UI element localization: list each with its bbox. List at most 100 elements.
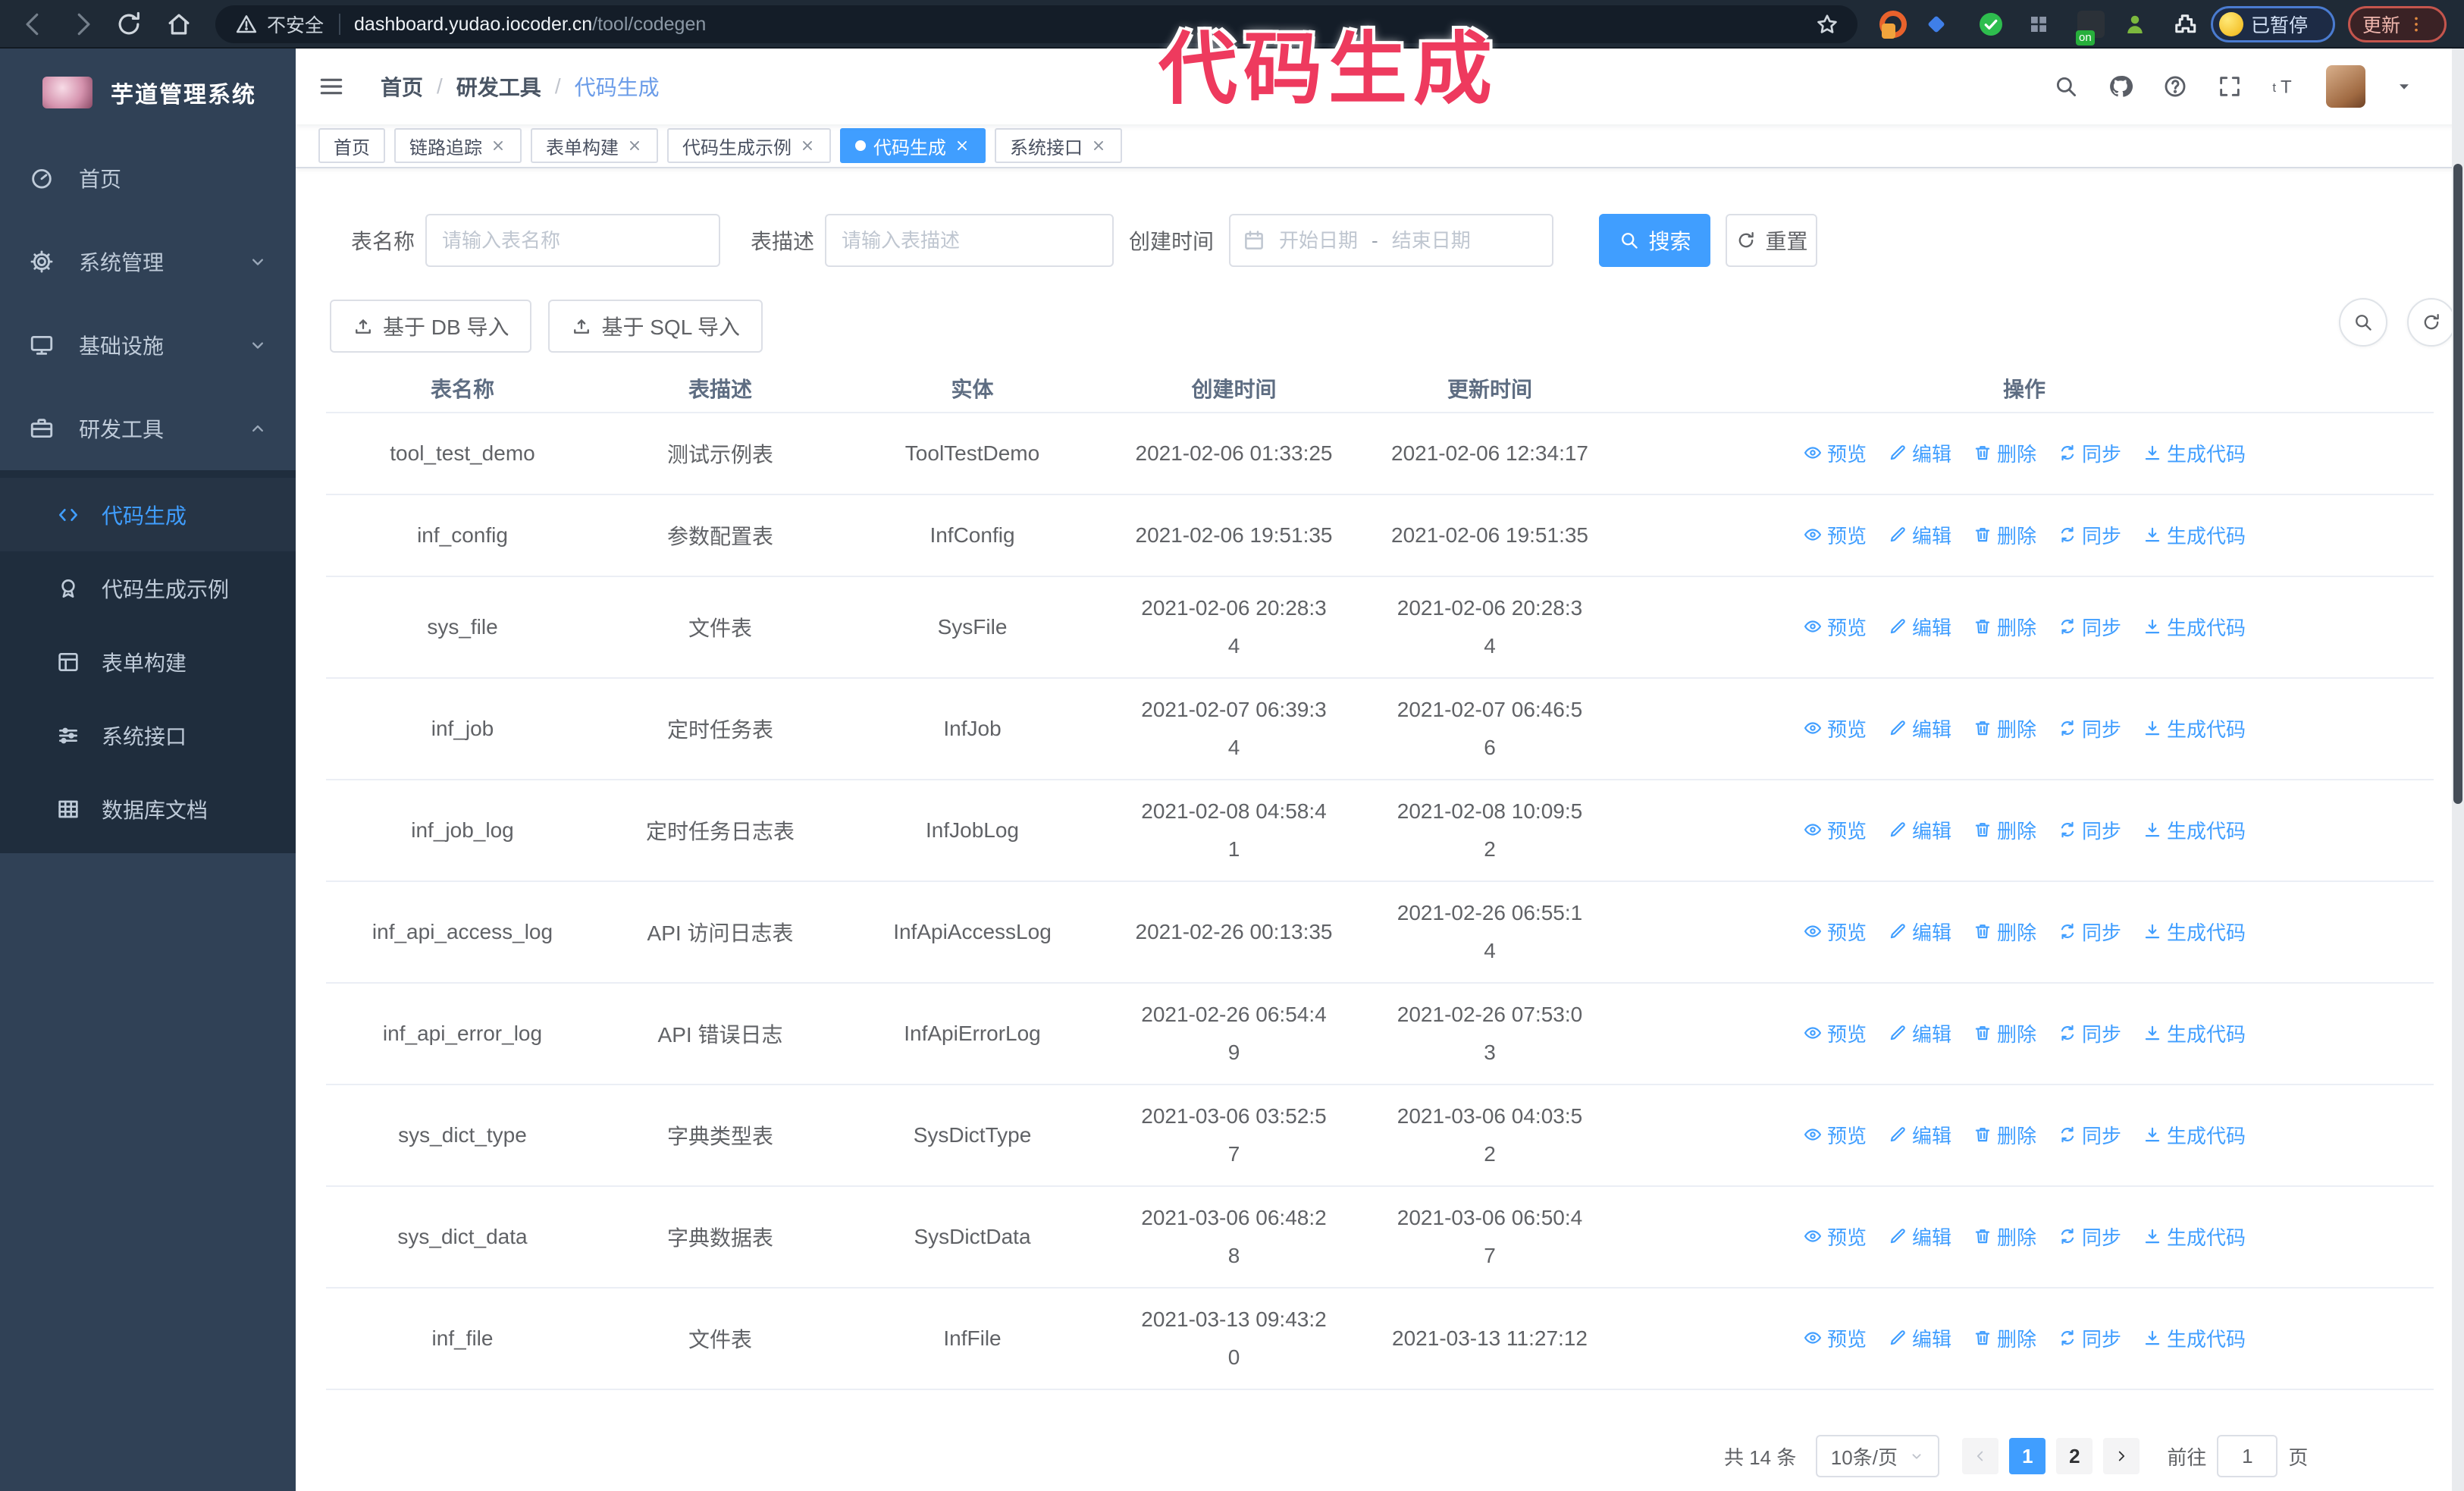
search-icon[interactable] (2053, 74, 2079, 99)
action-delete-link[interactable]: 删除 (1973, 1121, 2036, 1149)
kebab-menu-icon[interactable] (2406, 14, 2426, 34)
reset-button[interactable]: 重置 (1726, 214, 1818, 267)
toggle-search-button[interactable] (2339, 298, 2387, 347)
action-sync-link[interactable]: 同步 (2058, 714, 2121, 742)
sidebar-item-system-api[interactable]: 系统接口 (0, 698, 296, 772)
action-edit-link[interactable]: 编辑 (1888, 918, 1951, 946)
tab-system-api[interactable]: 系统接口 (995, 128, 1122, 163)
breadcrumb-item[interactable]: 首页 (381, 71, 423, 102)
action-sync-link[interactable]: 同步 (2058, 439, 2121, 467)
action-eye-link[interactable]: 预览 (1803, 521, 1867, 549)
action-delete-link[interactable]: 删除 (1973, 1324, 2036, 1352)
breadcrumb-item[interactable]: 研发工具 (456, 71, 541, 102)
tab-form-builder[interactable]: 表单构建 (531, 128, 658, 163)
hamburger-icon[interactable] (317, 72, 346, 101)
action-sync-link[interactable]: 同步 (2058, 1019, 2121, 1047)
action-sync-link[interactable]: 同步 (2058, 918, 2121, 946)
extension-grid-icon[interactable] (2025, 11, 2052, 38)
browser-reload-icon[interactable] (114, 10, 143, 39)
sidebar-item-system[interactable]: 系统管理 (0, 220, 296, 303)
action-edit-link[interactable]: 编辑 (1888, 1324, 1951, 1352)
page-scrollbar[interactable] (2452, 49, 2464, 1491)
extension-on-icon[interactable]: on (2076, 11, 2105, 46)
action-download-link[interactable]: 生成代码 (2143, 439, 2246, 467)
action-edit-link[interactable]: 编辑 (1888, 521, 1951, 549)
bookmark-star-icon[interactable] (1815, 12, 1839, 36)
sidebar-item-codegen-example[interactable]: 代码生成示例 (0, 551, 296, 625)
action-download-link[interactable]: 生成代码 (2143, 521, 2246, 549)
close-icon[interactable] (490, 137, 506, 154)
import-db-button[interactable]: 基于 DB 导入 (330, 300, 532, 353)
action-sync-link[interactable]: 同步 (2058, 613, 2121, 641)
close-icon[interactable] (1090, 137, 1107, 154)
browser-home-icon[interactable] (165, 10, 193, 39)
action-delete-link[interactable]: 删除 (1973, 1019, 2036, 1047)
table-name-input[interactable] (425, 214, 721, 267)
action-delete-link[interactable]: 删除 (1973, 521, 2036, 549)
action-eye-link[interactable]: 预览 (1803, 1223, 1867, 1251)
action-download-link[interactable]: 生成代码 (2143, 816, 2246, 844)
action-sync-link[interactable]: 同步 (2058, 1324, 2121, 1352)
action-eye-link[interactable]: 预览 (1803, 1019, 1867, 1047)
paused-badge[interactable]: 已暂停 (2211, 6, 2335, 42)
font-size-icon[interactable]: tT (2271, 74, 2297, 99)
action-delete-link[interactable]: 删除 (1973, 1223, 2036, 1251)
browser-forward-icon[interactable] (68, 10, 97, 39)
action-sync-link[interactable]: 同步 (2058, 816, 2121, 844)
action-edit-link[interactable]: 编辑 (1888, 613, 1951, 641)
refresh-table-button[interactable] (2407, 298, 2456, 347)
sidebar-item-codegen[interactable]: 代码生成 (0, 478, 296, 551)
sidebar-item-db-doc[interactable]: 数据库文档 (0, 772, 296, 846)
action-eye-link[interactable]: 预览 (1803, 1324, 1867, 1352)
action-edit-link[interactable]: 编辑 (1888, 714, 1951, 742)
action-delete-link[interactable]: 删除 (1973, 918, 2036, 946)
goto-page-input[interactable] (2217, 1435, 2278, 1477)
action-delete-link[interactable]: 删除 (1973, 439, 2036, 467)
action-sync-link[interactable]: 同步 (2058, 521, 2121, 549)
action-download-link[interactable]: 生成代码 (2143, 714, 2246, 742)
sidebar-item-form-builder[interactable]: 表单构建 (0, 625, 296, 698)
prev-page-button[interactable] (1962, 1438, 1999, 1474)
action-delete-link[interactable]: 删除 (1973, 613, 2036, 641)
extension-diamond-icon[interactable] (1923, 11, 1950, 38)
update-badge[interactable]: 更新 (2348, 6, 2447, 42)
github-icon[interactable] (2108, 74, 2133, 99)
close-icon[interactable] (954, 137, 970, 154)
action-eye-link[interactable]: 预览 (1803, 714, 1867, 742)
action-edit-link[interactable]: 编辑 (1888, 1121, 1951, 1149)
action-edit-link[interactable]: 编辑 (1888, 439, 1951, 467)
sidebar-logo-row[interactable]: 芋道管理系统 (0, 49, 296, 137)
tab-codegen-example[interactable]: 代码生成示例 (667, 128, 831, 163)
action-sync-link[interactable]: 同步 (2058, 1121, 2121, 1149)
action-download-link[interactable]: 生成代码 (2143, 918, 2246, 946)
action-edit-link[interactable]: 编辑 (1888, 1019, 1951, 1047)
action-edit-link[interactable]: 编辑 (1888, 816, 1951, 844)
action-eye-link[interactable]: 预览 (1803, 613, 1867, 641)
help-icon[interactable] (2162, 74, 2188, 99)
avatar[interactable] (2326, 65, 2365, 108)
extension-icon[interactable] (1879, 11, 1907, 39)
tab-home[interactable]: 首页 (318, 128, 385, 163)
page-button-1[interactable]: 1 (2009, 1438, 2046, 1474)
action-delete-link[interactable]: 删除 (1973, 816, 2036, 844)
table-desc-input[interactable] (825, 214, 1114, 267)
tab-codegen[interactable]: 代码生成 (840, 128, 986, 163)
end-date-input[interactable] (1378, 228, 1484, 253)
import-sql-button[interactable]: 基于 SQL 导入 (548, 300, 763, 353)
page-button-2[interactable]: 2 (2056, 1438, 2093, 1474)
action-download-link[interactable]: 生成代码 (2143, 613, 2246, 641)
page-size-select[interactable]: 10条/页 (1816, 1435, 1940, 1477)
action-eye-link[interactable]: 预览 (1803, 439, 1867, 467)
search-button[interactable]: 搜索 (1599, 214, 1711, 267)
sidebar-item-home[interactable]: 首页 (0, 137, 296, 220)
action-download-link[interactable]: 生成代码 (2143, 1223, 2246, 1251)
action-download-link[interactable]: 生成代码 (2143, 1121, 2246, 1149)
action-eye-link[interactable]: 预览 (1803, 1121, 1867, 1149)
close-icon[interactable] (799, 137, 816, 154)
action-sync-link[interactable]: 同步 (2058, 1223, 2121, 1251)
date-range-picker[interactable]: - (1229, 214, 1554, 267)
tab-tracing[interactable]: 链路追踪 (394, 128, 522, 163)
action-download-link[interactable]: 生成代码 (2143, 1324, 2246, 1352)
scrollbar-thumb[interactable] (2453, 164, 2462, 804)
start-date-input[interactable] (1265, 228, 1372, 253)
